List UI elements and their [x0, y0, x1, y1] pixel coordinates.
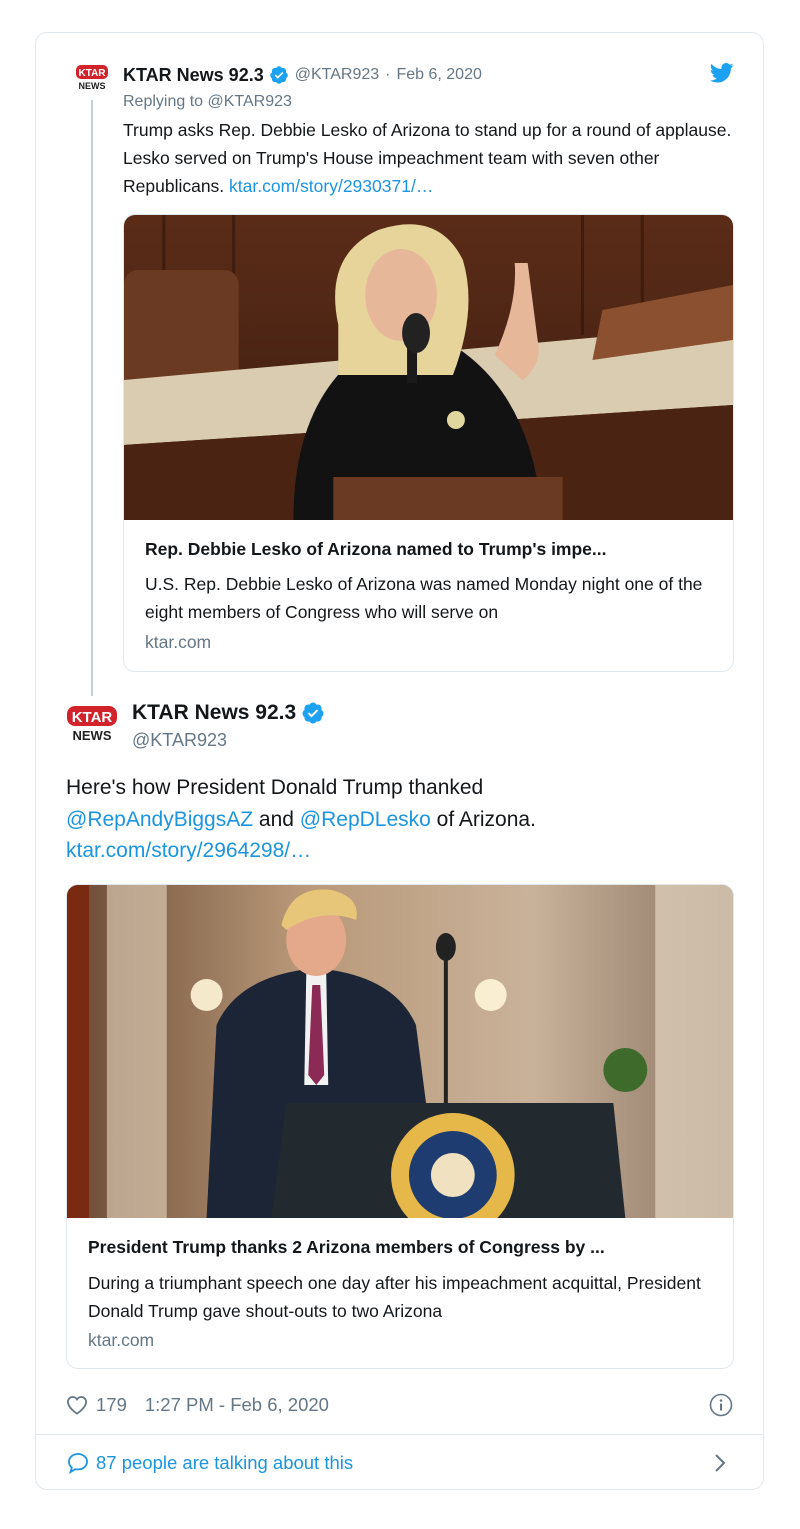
- author-name[interactable]: KTAR News 92.3: [123, 65, 264, 86]
- main-link-card[interactable]: President Trump thanks 2 Arizona members…: [66, 884, 734, 1369]
- ktar-avatar[interactable]: KTAR NEWS: [66, 705, 118, 747]
- main-card-domain: ktar.com: [88, 1330, 155, 1350]
- talking-count-label: 87 people are talking about this: [96, 1452, 354, 1473]
- reply-card-domain: ktar.com: [145, 632, 212, 652]
- main-author-name-row: KTAR News 92.3: [132, 701, 325, 725]
- thread-connector-line: [91, 100, 93, 696]
- avatar-text-top: KTAR: [78, 68, 106, 79]
- tweet-timestamp[interactable]: 1:27 PM - Feb 6, 2020: [145, 1394, 329, 1416]
- avatar-text-top: KTAR: [72, 709, 113, 726]
- main-tweet-text: Here's how President Donald Trump thanke…: [66, 772, 746, 867]
- heart-icon[interactable]: [66, 1395, 88, 1415]
- reply-card-description: U.S. Rep. Debbie Lesko of Arizona was na…: [145, 574, 703, 622]
- conversation-link[interactable]: 87 people are talking about this: [66, 1449, 353, 1477]
- main-author-handle[interactable]: @KTAR923: [132, 730, 227, 751]
- reply-tweet-header: KTAR News 92.3 @KTAR923 · Feb 6, 2020: [123, 62, 482, 88]
- mention-repandybiggsaz[interactable]: @RepAndyBiggsAZ: [66, 808, 253, 831]
- main-text-part1: Here's how President Donald Trump thanke…: [66, 776, 484, 799]
- reply-tweet-text: Trump asks Rep. Debbie Lesko of Arizona …: [123, 116, 738, 200]
- reply-card-title[interactable]: Rep. Debbie Lesko of Arizona named to Tr…: [145, 539, 607, 560]
- reply-link-card[interactable]: Rep. Debbie Lesko of Arizona named to Tr…: [123, 214, 734, 672]
- reply-tweet-link[interactable]: ktar.com/story/2930371/…: [229, 176, 433, 196]
- footer-divider: [36, 1434, 763, 1435]
- main-text-part3: of Arizona.: [430, 807, 536, 831]
- avatar-text-bottom: NEWS: [79, 81, 106, 91]
- ktar-avatar-small[interactable]: KTAR NEWS: [75, 64, 109, 94]
- replying-to-label[interactable]: Replying to @KTAR923: [123, 93, 292, 111]
- tweet-meta-row: 179 1:27 PM - Feb 6, 2020: [66, 1391, 329, 1419]
- info-icon[interactable]: [709, 1393, 733, 1417]
- main-card-description: During a triumphant speech one day after…: [88, 1273, 701, 1321]
- tweet-date[interactable]: Feb 6, 2020: [396, 66, 481, 84]
- lesko-speaking-photo: [124, 215, 733, 520]
- author-handle[interactable]: @KTAR923: [295, 66, 379, 84]
- like-count[interactable]: 179: [96, 1394, 127, 1416]
- twitter-bird-icon[interactable]: [710, 63, 734, 83]
- verified-badge-icon: [269, 66, 288, 84]
- main-tweet-link[interactable]: ktar.com/story/2964298/…: [66, 839, 311, 862]
- main-author-name[interactable]: KTAR News 92.3: [132, 701, 296, 725]
- mention-repdlesko[interactable]: @RepDLesko: [300, 808, 431, 831]
- trump-podium-photo: [67, 885, 733, 1218]
- speech-bubble-icon: [68, 1453, 88, 1474]
- chevron-right-icon[interactable]: [713, 1452, 727, 1474]
- avatar-text-bottom: NEWS: [73, 728, 112, 743]
- main-card-title[interactable]: President Trump thanks 2 Arizona members…: [88, 1237, 605, 1258]
- header-separator: ·: [385, 66, 391, 83]
- verified-badge-icon: [302, 702, 324, 724]
- main-text-part2: and: [253, 807, 300, 831]
